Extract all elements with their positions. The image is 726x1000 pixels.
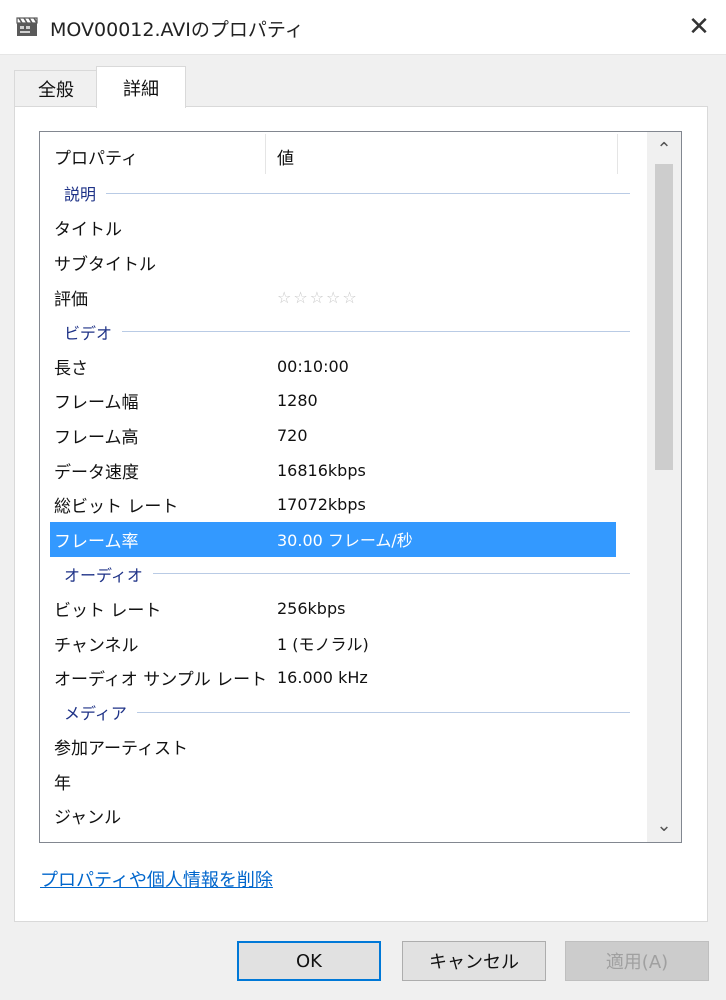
scroll-thumb[interactable] (655, 164, 673, 470)
column-separator[interactable] (265, 134, 266, 174)
property-name: フレーム高 (54, 427, 139, 448)
group-divider (153, 573, 630, 575)
property-row[interactable]: フレーム率 30.00 フレーム/秒 (50, 521, 616, 557)
video-file-icon (16, 17, 38, 36)
property-list[interactable]: プロパティ 値 説明タイトルサブタイトル 評価 ☆☆☆☆☆ ビデオ長さ 00:10:00… (39, 131, 682, 843)
property-name: 評価 (54, 289, 88, 310)
group-divider (137, 711, 630, 713)
list-header: プロパティ 値 (40, 132, 648, 176)
tab-details[interactable]: 詳細 (96, 66, 186, 108)
property-row[interactable]: 長さ 00:10:00 (40, 349, 648, 384)
chevron-up-icon: ⌃ (656, 138, 672, 160)
close-button[interactable]: ✕ (672, 0, 726, 54)
property-row[interactable]: データ速度 16816kbps (40, 453, 648, 488)
chevron-down-icon: ⌄ (656, 814, 672, 836)
group-divider (106, 192, 630, 194)
property-value: 00:10:00 (277, 356, 349, 376)
title-bar: MOV00012.AVIのプロパティ ✕ (0, 0, 726, 55)
group-label: 説明 (64, 185, 97, 205)
property-rows: 説明タイトルサブタイトル 評価 ☆☆☆☆☆ ビデオ長さ 00:10:00 フレーム幅 128… (40, 176, 648, 833)
property-row[interactable]: オーディオ サンプル レート 16.000 kHz (40, 660, 648, 695)
group-label: オーディオ (64, 565, 143, 585)
property-name: タイトル (54, 220, 122, 241)
property-value: 16816kbps (277, 460, 366, 480)
property-name: フレーム幅 (54, 393, 139, 414)
property-name: チャンネル (54, 635, 139, 656)
property-row[interactable]: 評価 ☆☆☆☆☆ (40, 280, 648, 315)
property-value: 720 (277, 425, 308, 445)
apply-button[interactable]: 適用(A) (565, 941, 709, 981)
property-name: データ速度 (54, 462, 139, 483)
group-header: オーディオ (40, 557, 648, 592)
tab-general-label: 全般 (38, 80, 74, 101)
remove-properties-link[interactable]: プロパティや個人情報を削除 (40, 866, 273, 892)
scroll-down-button[interactable]: ⌄ (647, 808, 681, 842)
group-header: メディア (40, 695, 648, 730)
property-value: 17072kbps (277, 495, 366, 515)
property-row[interactable]: チャンネル 1 (モノラル) (40, 626, 648, 661)
window-title: MOV00012.AVIのプロパティ (50, 19, 304, 41)
property-value: 256kbps (277, 598, 346, 618)
group-label: メディア (64, 704, 127, 724)
group-label: ビデオ (64, 323, 113, 343)
cancel-button[interactable]: キャンセル (402, 941, 546, 981)
close-icon: ✕ (688, 12, 710, 42)
property-name: 参加アーティスト (54, 739, 188, 760)
group-header: ビデオ (40, 314, 648, 349)
property-row[interactable]: ジャンル (40, 799, 648, 834)
property-name: 総ビット レート (54, 497, 179, 518)
property-name: ジャンル (54, 808, 122, 829)
property-name: フレーム率 (54, 531, 139, 552)
column-header-property[interactable]: プロパティ (54, 144, 138, 169)
property-row[interactable]: フレーム高 720 (40, 418, 648, 453)
property-name: サブタイトル (54, 254, 156, 275)
property-name: 年 (54, 773, 71, 794)
column-header-value[interactable]: 値 (277, 144, 294, 169)
property-name: オーディオ サンプル レート (54, 670, 268, 691)
property-row[interactable]: タイトル (40, 211, 648, 246)
rating-stars[interactable]: ☆☆☆☆☆ (277, 288, 359, 307)
group-divider (122, 331, 630, 333)
property-value: 16.000 kHz (277, 668, 368, 688)
property-row[interactable]: フレーム幅 1280 (40, 384, 648, 419)
scroll-up-button[interactable]: ⌃ (647, 132, 681, 166)
property-row[interactable]: 参加アーティスト (40, 730, 648, 765)
vertical-scrollbar[interactable]: ⌃ ⌄ (647, 132, 681, 842)
ok-button[interactable]: OK (237, 941, 381, 981)
column-separator[interactable] (617, 134, 618, 174)
property-value: 1280 (277, 391, 318, 411)
property-row[interactable]: 年 (40, 764, 648, 799)
property-row[interactable]: ビット レート 256kbps (40, 591, 648, 626)
property-value: 30.00 フレーム/秒 (277, 531, 413, 551)
tab-details-label: 詳細 (123, 78, 159, 100)
property-value: 1 (モノラル) (277, 635, 369, 655)
property-row[interactable]: サブタイトル (40, 245, 648, 280)
group-header: 説明 (40, 176, 648, 211)
tab-general[interactable]: 全般 (14, 70, 98, 107)
property-name: ビット レート (54, 600, 162, 621)
property-row[interactable]: 総ビット レート 17072kbps (40, 487, 648, 522)
property-name: 長さ (54, 358, 88, 379)
